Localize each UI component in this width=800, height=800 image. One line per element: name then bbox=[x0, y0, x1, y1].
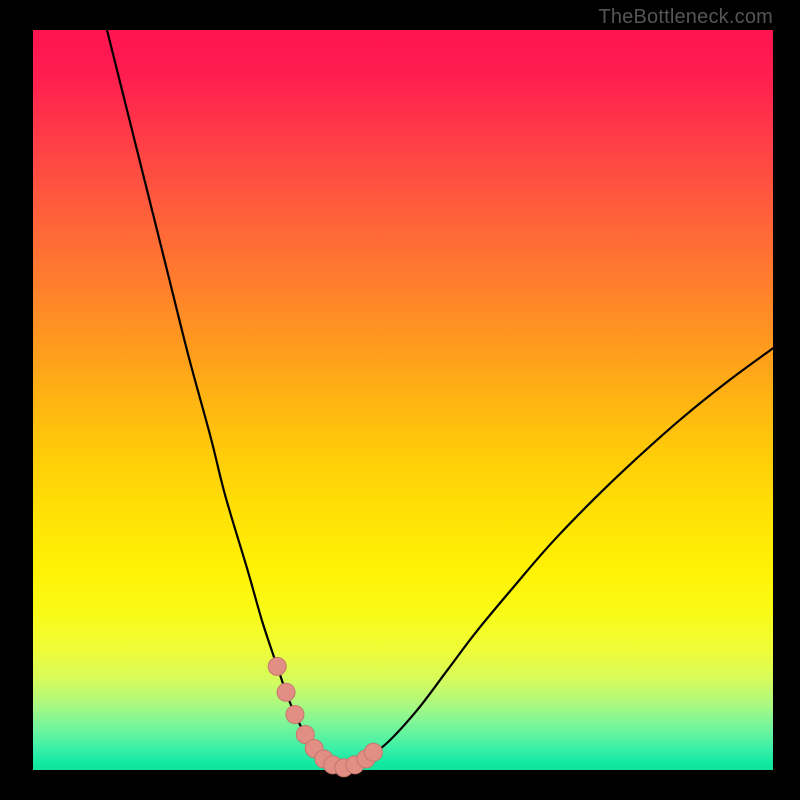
bottleneck-curve bbox=[107, 30, 773, 768]
chart-svg bbox=[0, 0, 800, 800]
watermark-text: TheBottleneck.com bbox=[598, 6, 773, 29]
data-marker bbox=[286, 706, 304, 724]
data-marker bbox=[277, 683, 295, 701]
marker-group bbox=[268, 657, 382, 776]
data-marker bbox=[268, 657, 286, 675]
data-marker bbox=[364, 743, 382, 761]
chart-frame: TheBottleneck.com bbox=[0, 0, 800, 800]
